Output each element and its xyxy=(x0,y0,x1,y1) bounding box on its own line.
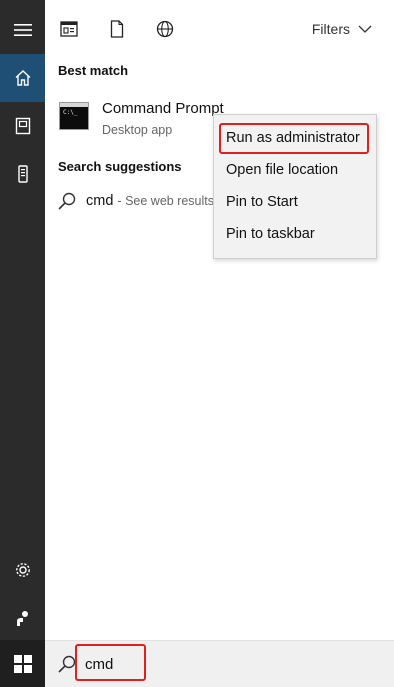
apps-icon[interactable] xyxy=(58,18,80,40)
document-icon[interactable] xyxy=(106,18,128,40)
filters-label: Filters xyxy=(311,21,350,37)
home-icon[interactable] xyxy=(0,54,45,102)
search-results-panel: Filters Best match C:\_ Command Prompt D… xyxy=(45,0,394,640)
web-globe-icon[interactable] xyxy=(154,18,176,40)
suggestion-query: cmd xyxy=(86,193,114,209)
highlight-box-run-as-admin xyxy=(219,123,369,154)
highlight-box-search-query xyxy=(75,644,146,681)
windows-start-icon[interactable] xyxy=(0,640,45,687)
menu-item-pin-to-start[interactable]: Pin to Start xyxy=(226,194,298,210)
menu-item-pin-to-taskbar[interactable]: Pin to taskbar xyxy=(226,226,315,242)
chevron-down-icon xyxy=(358,25,372,33)
command-prompt-icon: C:\_ xyxy=(59,102,89,130)
result-subtitle: Desktop app xyxy=(102,123,173,137)
device-icon[interactable] xyxy=(0,150,45,198)
best-match-heading: Best match xyxy=(58,63,129,78)
result-title: Command Prompt xyxy=(102,100,224,117)
menu-item-open-file-location[interactable]: Open file location xyxy=(226,162,338,178)
filter-toolbar: Filters xyxy=(45,0,394,58)
user-feedback-icon[interactable] xyxy=(0,594,45,642)
settings-gear-icon[interactable] xyxy=(0,546,45,594)
search-icon xyxy=(58,192,76,210)
left-rail xyxy=(0,0,45,640)
collection-icon[interactable] xyxy=(0,102,45,150)
suggestions-heading: Search suggestions xyxy=(58,159,182,174)
search-icon xyxy=(58,655,76,673)
suggestion-text: cmd - See web results xyxy=(86,193,214,209)
filters-dropdown[interactable]: Filters xyxy=(312,21,372,37)
suggestion-hint: - See web results xyxy=(117,194,215,208)
menu-icon[interactable] xyxy=(0,6,45,54)
